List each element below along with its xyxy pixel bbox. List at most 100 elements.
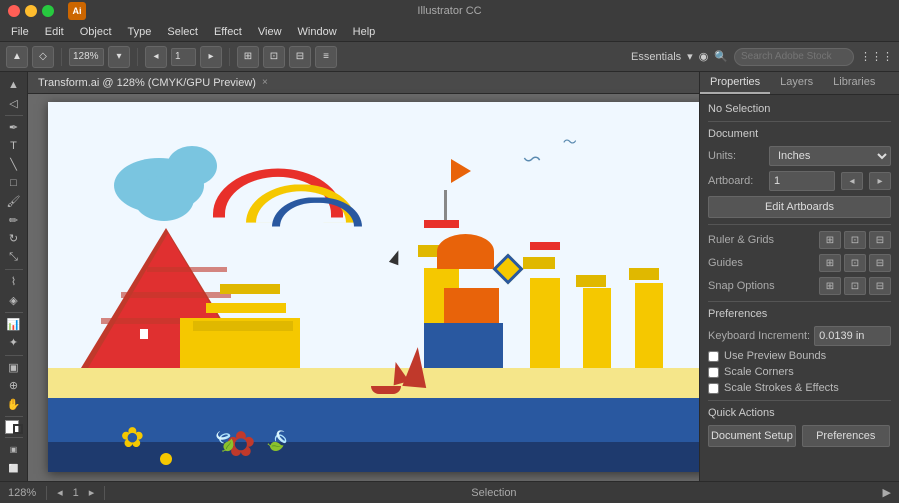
fill-stroke-box[interactable] (5, 420, 23, 434)
scale-corners-checkbox[interactable] (708, 367, 719, 378)
ruler-icon-1[interactable]: ⊞ (819, 231, 841, 249)
tab-properties[interactable]: Properties (700, 72, 770, 94)
ruler-icon-2[interactable]: ⊡ (844, 231, 866, 249)
lt-sep-6 (5, 437, 23, 438)
scale-strokes-row: Scale Strokes & Effects (708, 382, 891, 394)
transform-btn[interactable]: ⊡ (263, 46, 285, 68)
blend-tool[interactable]: ◈ (3, 291, 25, 309)
pyramid-win-1 (140, 329, 148, 339)
select-tool-btn[interactable]: ▲ (6, 46, 28, 68)
pathfinder-btn[interactable]: ⊟ (289, 46, 311, 68)
minimize-button[interactable] (25, 5, 37, 17)
water (48, 398, 699, 442)
menu-object[interactable]: Object (73, 24, 119, 40)
lt-sep-3 (5, 312, 23, 313)
rotate-tool[interactable]: ↻ (3, 230, 25, 248)
toolbar: ▲ ◇ ▾ ◂ ▸ ⊞ ⊡ ⊟ ≡ Essentials ▾ ◉ 🔍 ⋮⋮⋮ (0, 42, 899, 72)
type-tool[interactable]: T (3, 137, 25, 155)
selection-status: Selection (115, 487, 872, 499)
rect-tool[interactable]: □ (3, 174, 25, 192)
snap-icon-1[interactable]: ⊞ (819, 277, 841, 295)
line-tool[interactable]: ╲ (3, 156, 25, 174)
tab-layers[interactable]: Layers (770, 72, 823, 94)
paintbrush-tool[interactable]: 🖌 (3, 193, 25, 211)
camera-icon: ◉ (699, 50, 709, 63)
artboard-prev-btn[interactable]: ◂ (145, 46, 167, 68)
artboard-next-icon[interactable]: ▸ (869, 172, 891, 190)
scale-tool[interactable]: ⤡ (3, 248, 25, 266)
ruler-icon-3[interactable]: ⊟ (869, 231, 891, 249)
artboard-input[interactable] (171, 48, 196, 66)
maximize-button[interactable] (42, 5, 54, 17)
keyboard-increment-label: Keyboard Increment: (708, 330, 810, 342)
symbol-tool[interactable]: ✦ (3, 334, 25, 352)
document-setup-btn[interactable]: Document Setup (708, 425, 796, 447)
menu-help[interactable]: Help (346, 24, 383, 40)
menu-type[interactable]: Type (121, 24, 159, 40)
artboard-number-input[interactable] (769, 171, 835, 191)
statusbar: 128% ◂ 1 ▸ Selection ▶ (0, 481, 899, 503)
preferences-btn[interactable]: Preferences (802, 425, 890, 447)
guides-icon-3[interactable]: ⊟ (869, 254, 891, 272)
wall-blue (424, 323, 503, 368)
menu-view[interactable]: View (251, 24, 289, 40)
warp-tool[interactable]: ⌇ (3, 273, 25, 291)
yellow-flower: ✿ (121, 421, 144, 454)
lt-sep-2 (5, 269, 23, 270)
zoom-input[interactable] (69, 48, 104, 66)
use-preview-bounds-checkbox[interactable] (708, 351, 719, 362)
scale-strokes-checkbox[interactable] (708, 383, 719, 394)
status-sep-1 (46, 486, 47, 500)
divider-2 (708, 224, 891, 225)
screen-mode-btn[interactable]: ⬜ (3, 459, 25, 477)
draw-mode-btn[interactable]: ▣ (3, 441, 25, 459)
align-btn[interactable]: ⊞ (237, 46, 259, 68)
menu-file[interactable]: File (4, 24, 36, 40)
menu-effect[interactable]: Effect (207, 24, 249, 40)
staircase-1 (193, 321, 293, 331)
pen-tool[interactable]: ✒ (3, 119, 25, 137)
search-input[interactable] (734, 48, 854, 66)
use-preview-bounds-row: Use Preview Bounds (708, 350, 891, 362)
artboard-tool[interactable]: ▣ (3, 358, 25, 376)
menu-edit[interactable]: Edit (38, 24, 71, 40)
seagull-1: 〜 (523, 146, 541, 172)
left-toolbar: ▲ ◁ ✒ T ╲ □ 🖌 ✏ ↻ ⤡ ⌇ ◈ 📊 ✦ ▣ ⊕ ✋ ▣ ⬜ (0, 72, 28, 481)
units-select[interactable]: Inches (769, 146, 891, 166)
lt-sep-5 (5, 416, 23, 417)
divider-1 (708, 121, 891, 122)
menu-select[interactable]: Select (160, 24, 205, 40)
selection-tool[interactable]: ▲ (3, 76, 25, 94)
direct-select-btn[interactable]: ◇ (32, 46, 54, 68)
tab-close-btn[interactable]: × (262, 77, 268, 88)
artboard-next-btn[interactable]: ▸ (200, 46, 222, 68)
more-btn[interactable]: ≡ (315, 46, 337, 68)
lt-sep-4 (5, 355, 23, 356)
titlebar: Ai Illustrator CC (0, 0, 899, 22)
units-label: Units: (708, 150, 763, 162)
canvas-area[interactable]: Transform.ai @ 128% (CMYK/GPU Preview) × (28, 72, 699, 481)
edit-artboards-btn[interactable]: Edit Artboards (708, 196, 891, 218)
pencil-tool[interactable]: ✏ (3, 211, 25, 229)
hand-tool[interactable]: ✋ (3, 395, 25, 413)
snap-icon-2[interactable]: ⊡ (844, 277, 866, 295)
dome-top (437, 234, 494, 269)
seagull-2: 〜 (563, 132, 577, 152)
column-graph-tool[interactable]: 📊 (3, 316, 25, 334)
menu-window[interactable]: Window (291, 24, 344, 40)
zoom-down-btn[interactable]: ▾ (108, 46, 130, 68)
document-section-title: Document (708, 128, 891, 140)
artboard-prev-icon[interactable]: ◂ (841, 172, 863, 190)
snap-icon-3[interactable]: ⊟ (869, 277, 891, 295)
guides-icon-2[interactable]: ⊡ (844, 254, 866, 272)
essentials-chevron-icon: ▾ (687, 50, 693, 63)
grid-icon: ⋮⋮⋮ (860, 50, 893, 63)
zoom-tool[interactable]: ⊕ (3, 377, 25, 395)
close-button[interactable] (8, 5, 20, 17)
direct-selection-tool[interactable]: ◁ (3, 95, 25, 113)
quick-actions-title: Quick Actions (708, 407, 891, 419)
guides-icon-1[interactable]: ⊞ (819, 254, 841, 272)
keyboard-increment-input[interactable] (814, 326, 891, 346)
tab-libraries[interactable]: Libraries (823, 72, 885, 94)
scale-strokes-label: Scale Strokes & Effects (724, 382, 839, 394)
